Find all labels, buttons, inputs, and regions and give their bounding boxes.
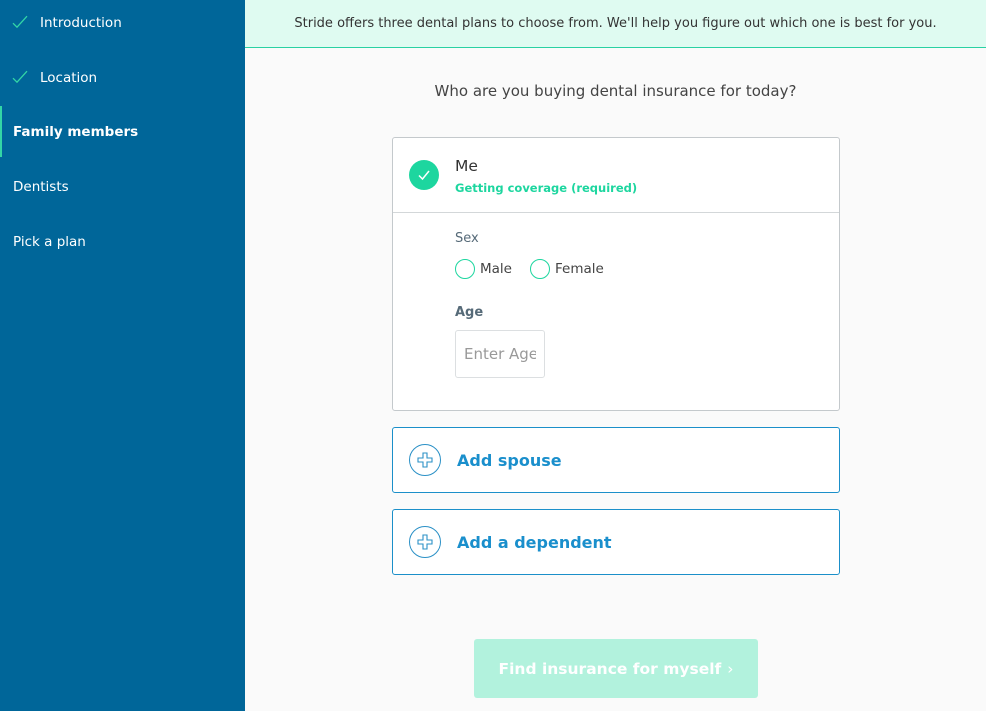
radio-label: Female (554, 261, 604, 277)
add-dependent-label: Add a dependent (457, 532, 612, 552)
radio-circle-icon[interactable] (529, 259, 550, 279)
sidebar-item-introduction[interactable]: Introduction (0, 0, 245, 50)
sex-radio-male[interactable]: Male (455, 259, 512, 279)
chevron-right-icon: › (727, 659, 734, 678)
active-indicator (0, 106, 2, 157)
sidebar-item-label: Pick a plan (13, 233, 86, 250)
sidebar-item-label: Family members (13, 123, 139, 140)
checkmark-icon (12, 70, 28, 83)
plus-circle-icon (409, 444, 441, 476)
sidebar-item-pick-a-plan[interactable]: Pick a plan (0, 214, 245, 269)
sidebar-item-dentists[interactable]: Dentists (0, 159, 245, 214)
add-spouse-label: Add spouse (457, 450, 562, 470)
radio-circle-icon[interactable] (455, 259, 475, 279)
member-status: Getting coverage (required) (455, 181, 638, 195)
sidebar-item-location[interactable]: Location (0, 50, 245, 105)
sidebar-item-label: Dentists (13, 178, 69, 195)
find-insurance-label: Find insurance for myself (498, 659, 722, 678)
member-card-header: Me Getting coverage (required) (393, 138, 839, 213)
check-circle-icon (409, 160, 439, 190)
radio-label: Male (480, 261, 512, 277)
add-spouse-button[interactable]: Add spouse (392, 427, 840, 493)
checkmark-icon (12, 15, 28, 28)
sex-radio-female[interactable]: Female (529, 259, 604, 279)
find-insurance-button[interactable]: Find insurance for myself › (474, 639, 758, 698)
sex-label: Sex (455, 231, 479, 246)
sidebar-item-family-members[interactable]: Family members (0, 106, 245, 157)
page-question: Who are you buying dental insurance for … (434, 82, 797, 100)
member-card-me: Me Getting coverage (required) Sex Male … (392, 137, 840, 411)
sidebar-item-label: Introduction (40, 14, 122, 31)
age-input[interactable] (455, 330, 545, 378)
banner-text: Stride offers three dental plans to choo… (294, 16, 937, 31)
sidebar-item-label: Location (40, 69, 98, 86)
info-banner: Stride offers three dental plans to choo… (245, 0, 986, 48)
sidebar: Introduction Location Family members Den… (0, 0, 245, 711)
sex-radio-group: Male Female (455, 259, 622, 279)
add-dependent-button[interactable]: Add a dependent (392, 509, 840, 575)
age-label: Age (455, 305, 484, 320)
member-name: Me (455, 157, 478, 175)
plus-circle-icon (409, 526, 441, 558)
